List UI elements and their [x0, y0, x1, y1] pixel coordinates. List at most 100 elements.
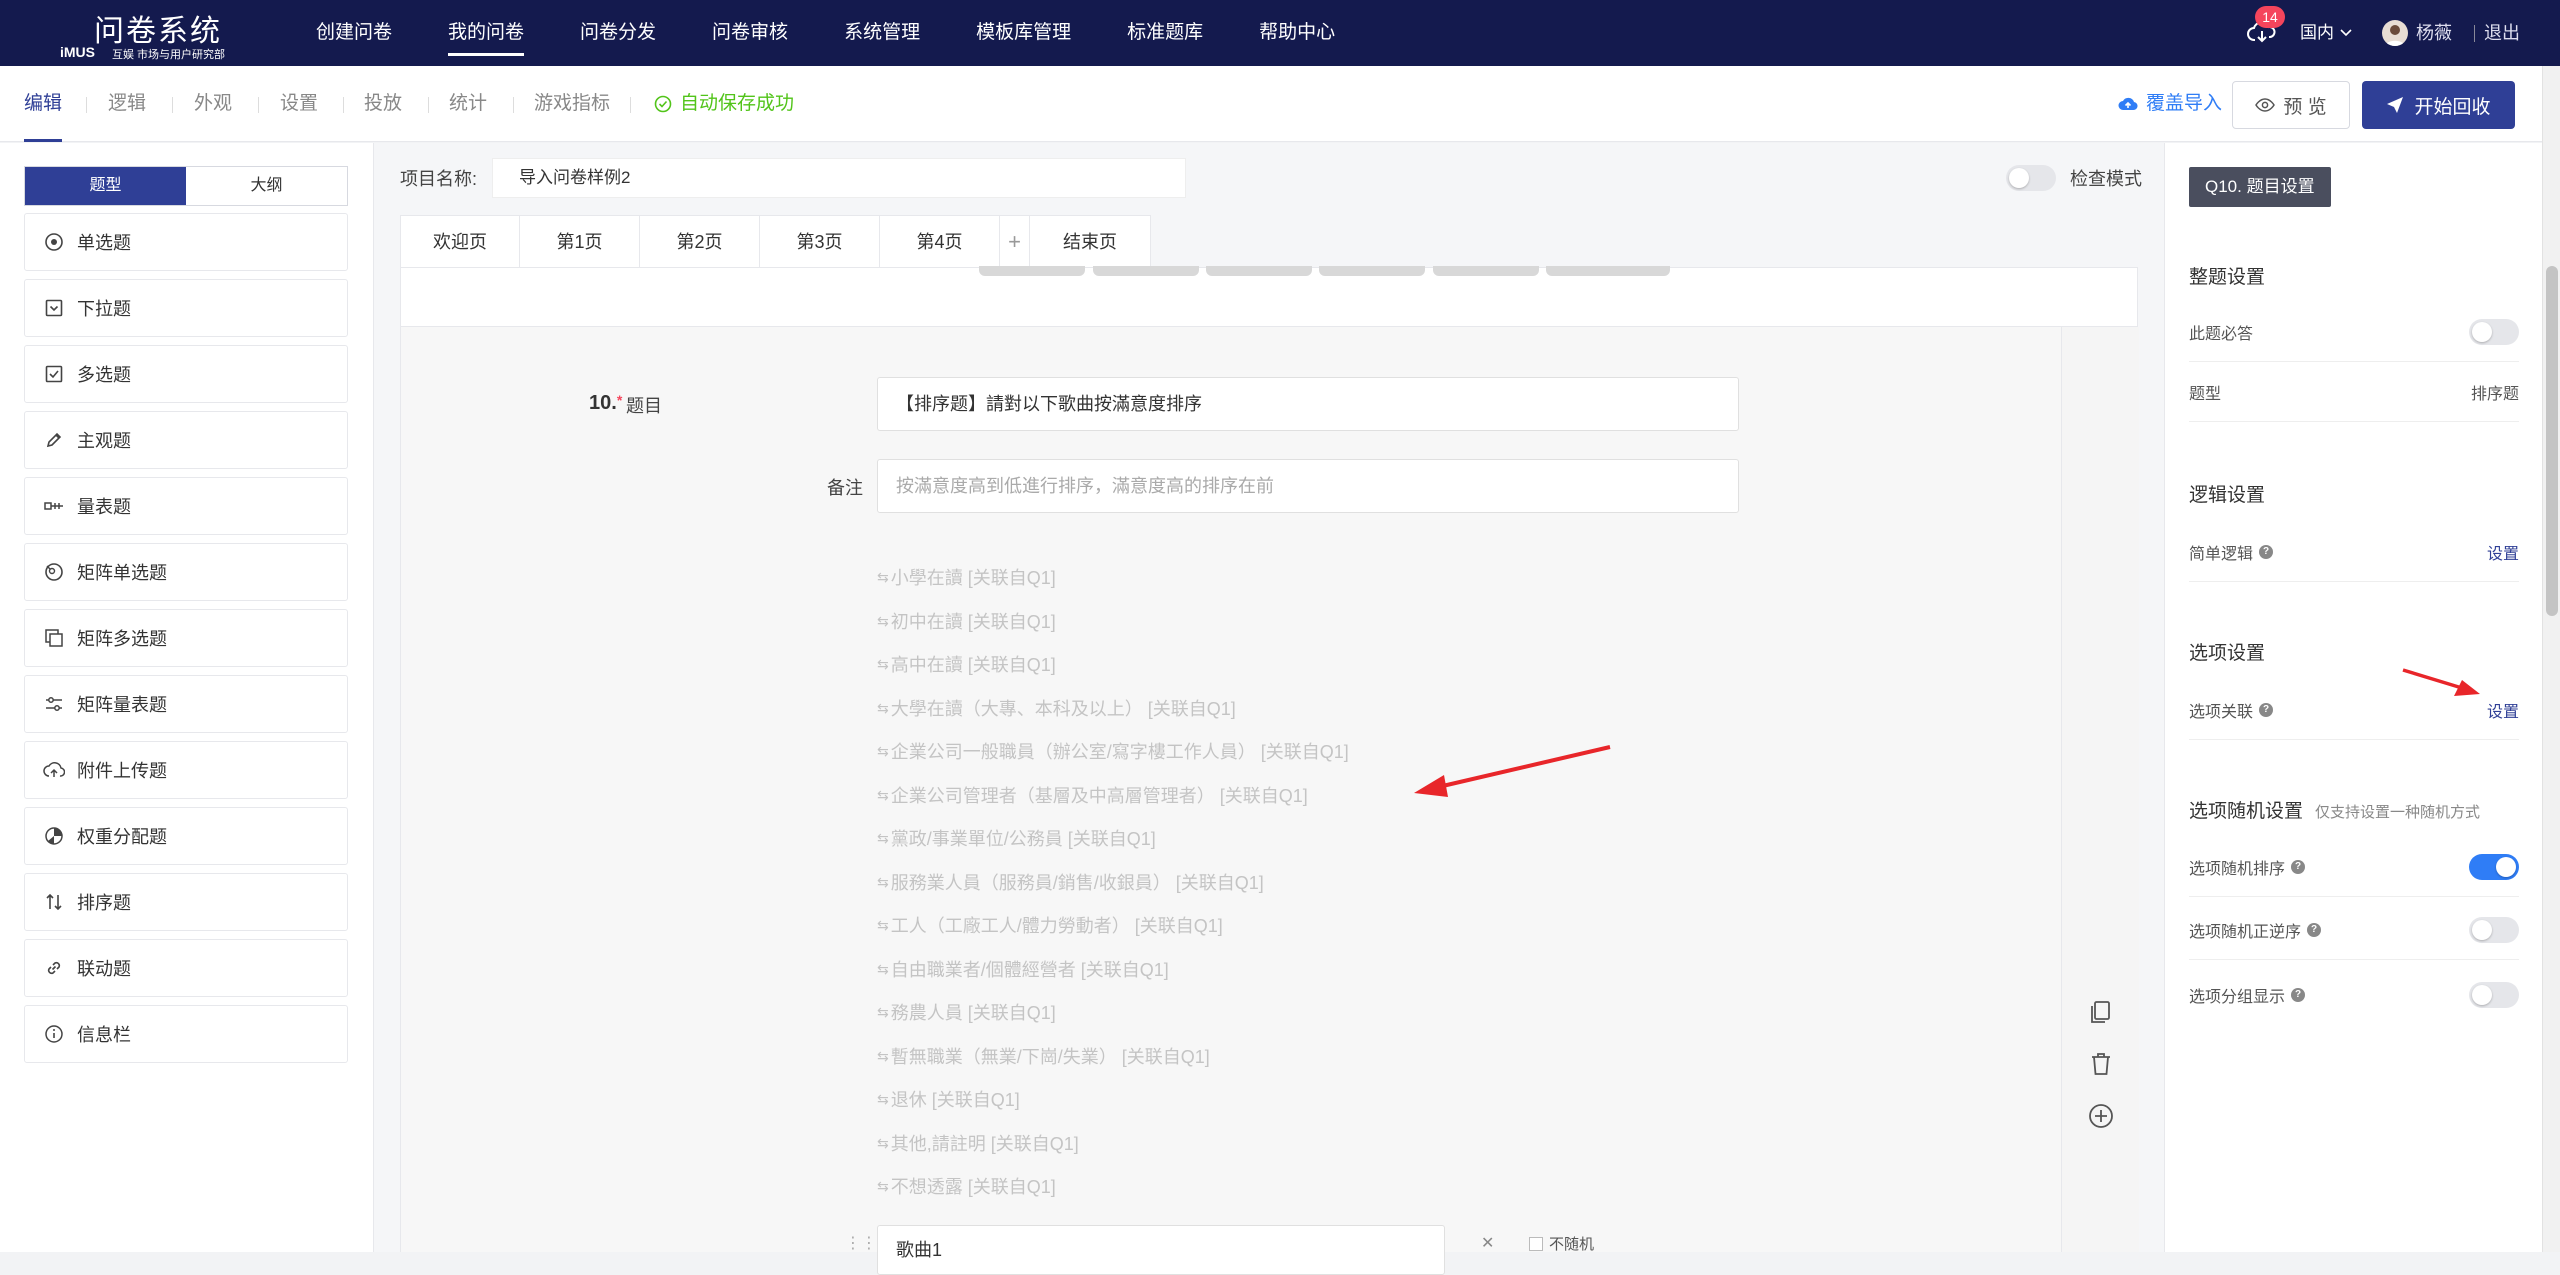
- song-option-input[interactable]: 歌曲1: [877, 1225, 1445, 1275]
- qtype-ranking[interactable]: 排序题: [24, 873, 348, 931]
- option-link-settings-link[interactable]: 设置: [2487, 698, 2519, 722]
- random-settings-note: 仅支持设置一种随机方式: [2315, 804, 2481, 821]
- option-link-row: 选项关联? 设置: [2189, 680, 2519, 740]
- qtype-dropdown[interactable]: 下拉题: [24, 279, 348, 337]
- option-stub: [1433, 266, 1539, 276]
- close-icon[interactable]: ✕: [1481, 1233, 1494, 1253]
- tab-settings[interactable]: 设置: [280, 66, 318, 142]
- option-link-label: 选项关联: [2189, 703, 2254, 721]
- tab-game-metrics[interactable]: 游戏指标: [534, 66, 610, 142]
- chevron-down-icon: [2340, 29, 2352, 37]
- random-reverse-toggle[interactable]: [2469, 916, 2519, 943]
- topnav-help[interactable]: 帮助中心: [1259, 0, 1335, 66]
- qtype-single-choice[interactable]: 单选题: [24, 213, 348, 271]
- scrollbar-thumb[interactable]: [2546, 266, 2558, 616]
- tab-appearance[interactable]: 外观: [194, 66, 232, 142]
- qtype-label: 矩阵量表题: [77, 695, 167, 715]
- help-icon[interactable]: ?: [2291, 988, 2306, 1002]
- add-page-button[interactable]: +: [1000, 216, 1030, 268]
- qtype-matrix-multiple[interactable]: 矩阵多选题: [24, 609, 348, 667]
- option-text: 初中在讀 [关联自Q1]: [890, 612, 1056, 632]
- project-name-input[interactable]: 导入问卷样例2: [492, 158, 1186, 198]
- panel-tabs: 题型 大纲: [24, 166, 348, 206]
- preview-button[interactable]: 预 览: [2232, 81, 2350, 129]
- help-icon[interactable]: ?: [2291, 859, 2306, 874]
- tab-edit[interactable]: 编辑: [24, 66, 63, 142]
- user-name[interactable]: 杨薇: [2416, 0, 2452, 66]
- no-random-checkbox[interactable]: 不随机: [1529, 1233, 1594, 1254]
- checkbox-box: [1529, 1236, 1543, 1251]
- group-display-row: 选项分组显示?: [2189, 965, 2519, 1025]
- page-tab-4[interactable]: 第4页: [880, 216, 1000, 268]
- required-toggle[interactable]: [2469, 318, 2519, 345]
- remark-input[interactable]: 按滿意度高到低進行排序，滿意度高的排序在前: [877, 459, 1739, 513]
- random-reverse-label-group: 选项随机正逆序?: [2189, 918, 2322, 942]
- drag-handle-icon[interactable]: ⋮⋮: [845, 1233, 877, 1253]
- page-tab-welcome[interactable]: 欢迎页: [401, 216, 520, 268]
- qtype-matrix-single[interactable]: 矩阵单选题: [24, 543, 348, 601]
- question-editor: 10.* 题目 【排序题】請對以下歌曲按滿意度排序 备注 按滿意度高到低進行排序…: [400, 327, 2139, 1275]
- logo-mark: iMUS: [60, 44, 95, 60]
- option-text: 其他,請註明 [关联自Q1]: [890, 1134, 1079, 1154]
- qtype-multiple-choice[interactable]: 多选题: [24, 345, 348, 403]
- help-icon[interactable]: ?: [2259, 702, 2274, 717]
- page-tab-1[interactable]: 第1页: [520, 216, 640, 268]
- topnav-templates[interactable]: 模板库管理: [976, 0, 1071, 66]
- help-icon[interactable]: ?: [2307, 922, 2322, 937]
- qtype-label: 矩阵多选题: [77, 629, 167, 649]
- region-select[interactable]: 国内: [2300, 0, 2352, 66]
- link-icon: ⇆: [877, 873, 889, 890]
- topnav-create-survey[interactable]: 创建问卷: [316, 0, 392, 66]
- logout-link[interactable]: 退出: [2484, 0, 2520, 66]
- notification-badge: 14: [2255, 6, 2285, 28]
- app-logo[interactable]: 问卷系统 iMUS 互娱 市场与用户研究部: [60, 6, 240, 61]
- tab-statistics[interactable]: 统计: [449, 66, 487, 142]
- page-tab-3[interactable]: 第3页: [760, 216, 880, 268]
- required-row: 此题必答: [2189, 302, 2519, 362]
- topnav-review[interactable]: 问卷审核: [712, 0, 788, 66]
- qtype-label: 量表题: [77, 497, 131, 517]
- simple-logic-settings-link[interactable]: 设置: [2487, 540, 2519, 564]
- topnav-distribute[interactable]: 问卷分发: [580, 0, 656, 66]
- overwrite-import-button[interactable]: 覆盖导入: [2118, 66, 2222, 142]
- random-sort-toggle[interactable]: [2469, 853, 2519, 880]
- info-icon: [43, 1023, 65, 1045]
- question-title-input[interactable]: 【排序题】請對以下歌曲按滿意度排序: [877, 377, 1739, 431]
- qtype-weight-allocation[interactable]: 权重分配题: [24, 807, 348, 865]
- check-mode-toggle[interactable]: [2006, 165, 2056, 191]
- tab-logic[interactable]: 逻辑: [108, 66, 146, 142]
- page-tab-2[interactable]: 第2页: [640, 216, 760, 268]
- page-scrollbar[interactable]: [2542, 66, 2560, 1252]
- page-tab-end[interactable]: 结束页: [1030, 216, 1150, 268]
- tab-outline[interactable]: 大纲: [186, 167, 347, 205]
- divider: [513, 97, 514, 113]
- linked-option: ⇆ 企業公司管理者（基層及中高層管理者） [关联自Q1]: [877, 782, 1308, 808]
- add-circle-icon[interactable]: [2086, 1101, 2116, 1131]
- option-text: 小學在讀 [关联自Q1]: [890, 568, 1056, 588]
- link-icon: ⇆: [877, 1134, 889, 1151]
- delete-icon[interactable]: [2086, 1049, 2116, 1079]
- start-collection-button[interactable]: 开始回收: [2362, 81, 2515, 129]
- topnav-my-surveys[interactable]: 我的问卷: [448, 0, 525, 66]
- qtype-scale[interactable]: 量表题: [24, 477, 348, 535]
- qtype-linked[interactable]: 联动题: [24, 939, 348, 997]
- qtype-open-ended[interactable]: 主观题: [24, 411, 348, 469]
- qtype-label: 附件上传题: [77, 761, 167, 781]
- tab-question-types[interactable]: 题型: [25, 167, 186, 205]
- help-icon[interactable]: ?: [2259, 544, 2274, 559]
- qtype-matrix-scale[interactable]: 矩阵量表题: [24, 675, 348, 733]
- topnav-system[interactable]: 系统管理: [844, 0, 920, 66]
- topnav-question-bank[interactable]: 标准题库: [1127, 0, 1203, 66]
- divider: [2474, 25, 2475, 42]
- copy-icon[interactable]: [2086, 997, 2116, 1027]
- linked-option: ⇆ 高中在讀 [关联自Q1]: [877, 651, 1056, 677]
- qtype-label: 多选题: [77, 365, 131, 385]
- qtype-file-upload[interactable]: 附件上传题: [24, 741, 348, 799]
- option-text: 暫無職業（無業/下崗/失業） [关联自Q1]: [890, 1047, 1210, 1067]
- qtype-label: 联动题: [77, 959, 131, 979]
- qtype-info-bar[interactable]: 信息栏: [24, 1005, 348, 1063]
- avatar[interactable]: [2382, 20, 2408, 46]
- tab-publish[interactable]: 投放: [364, 66, 402, 142]
- group-display-toggle[interactable]: [2469, 982, 2519, 1008]
- check-mode-label: 检查模式: [2070, 169, 2142, 189]
